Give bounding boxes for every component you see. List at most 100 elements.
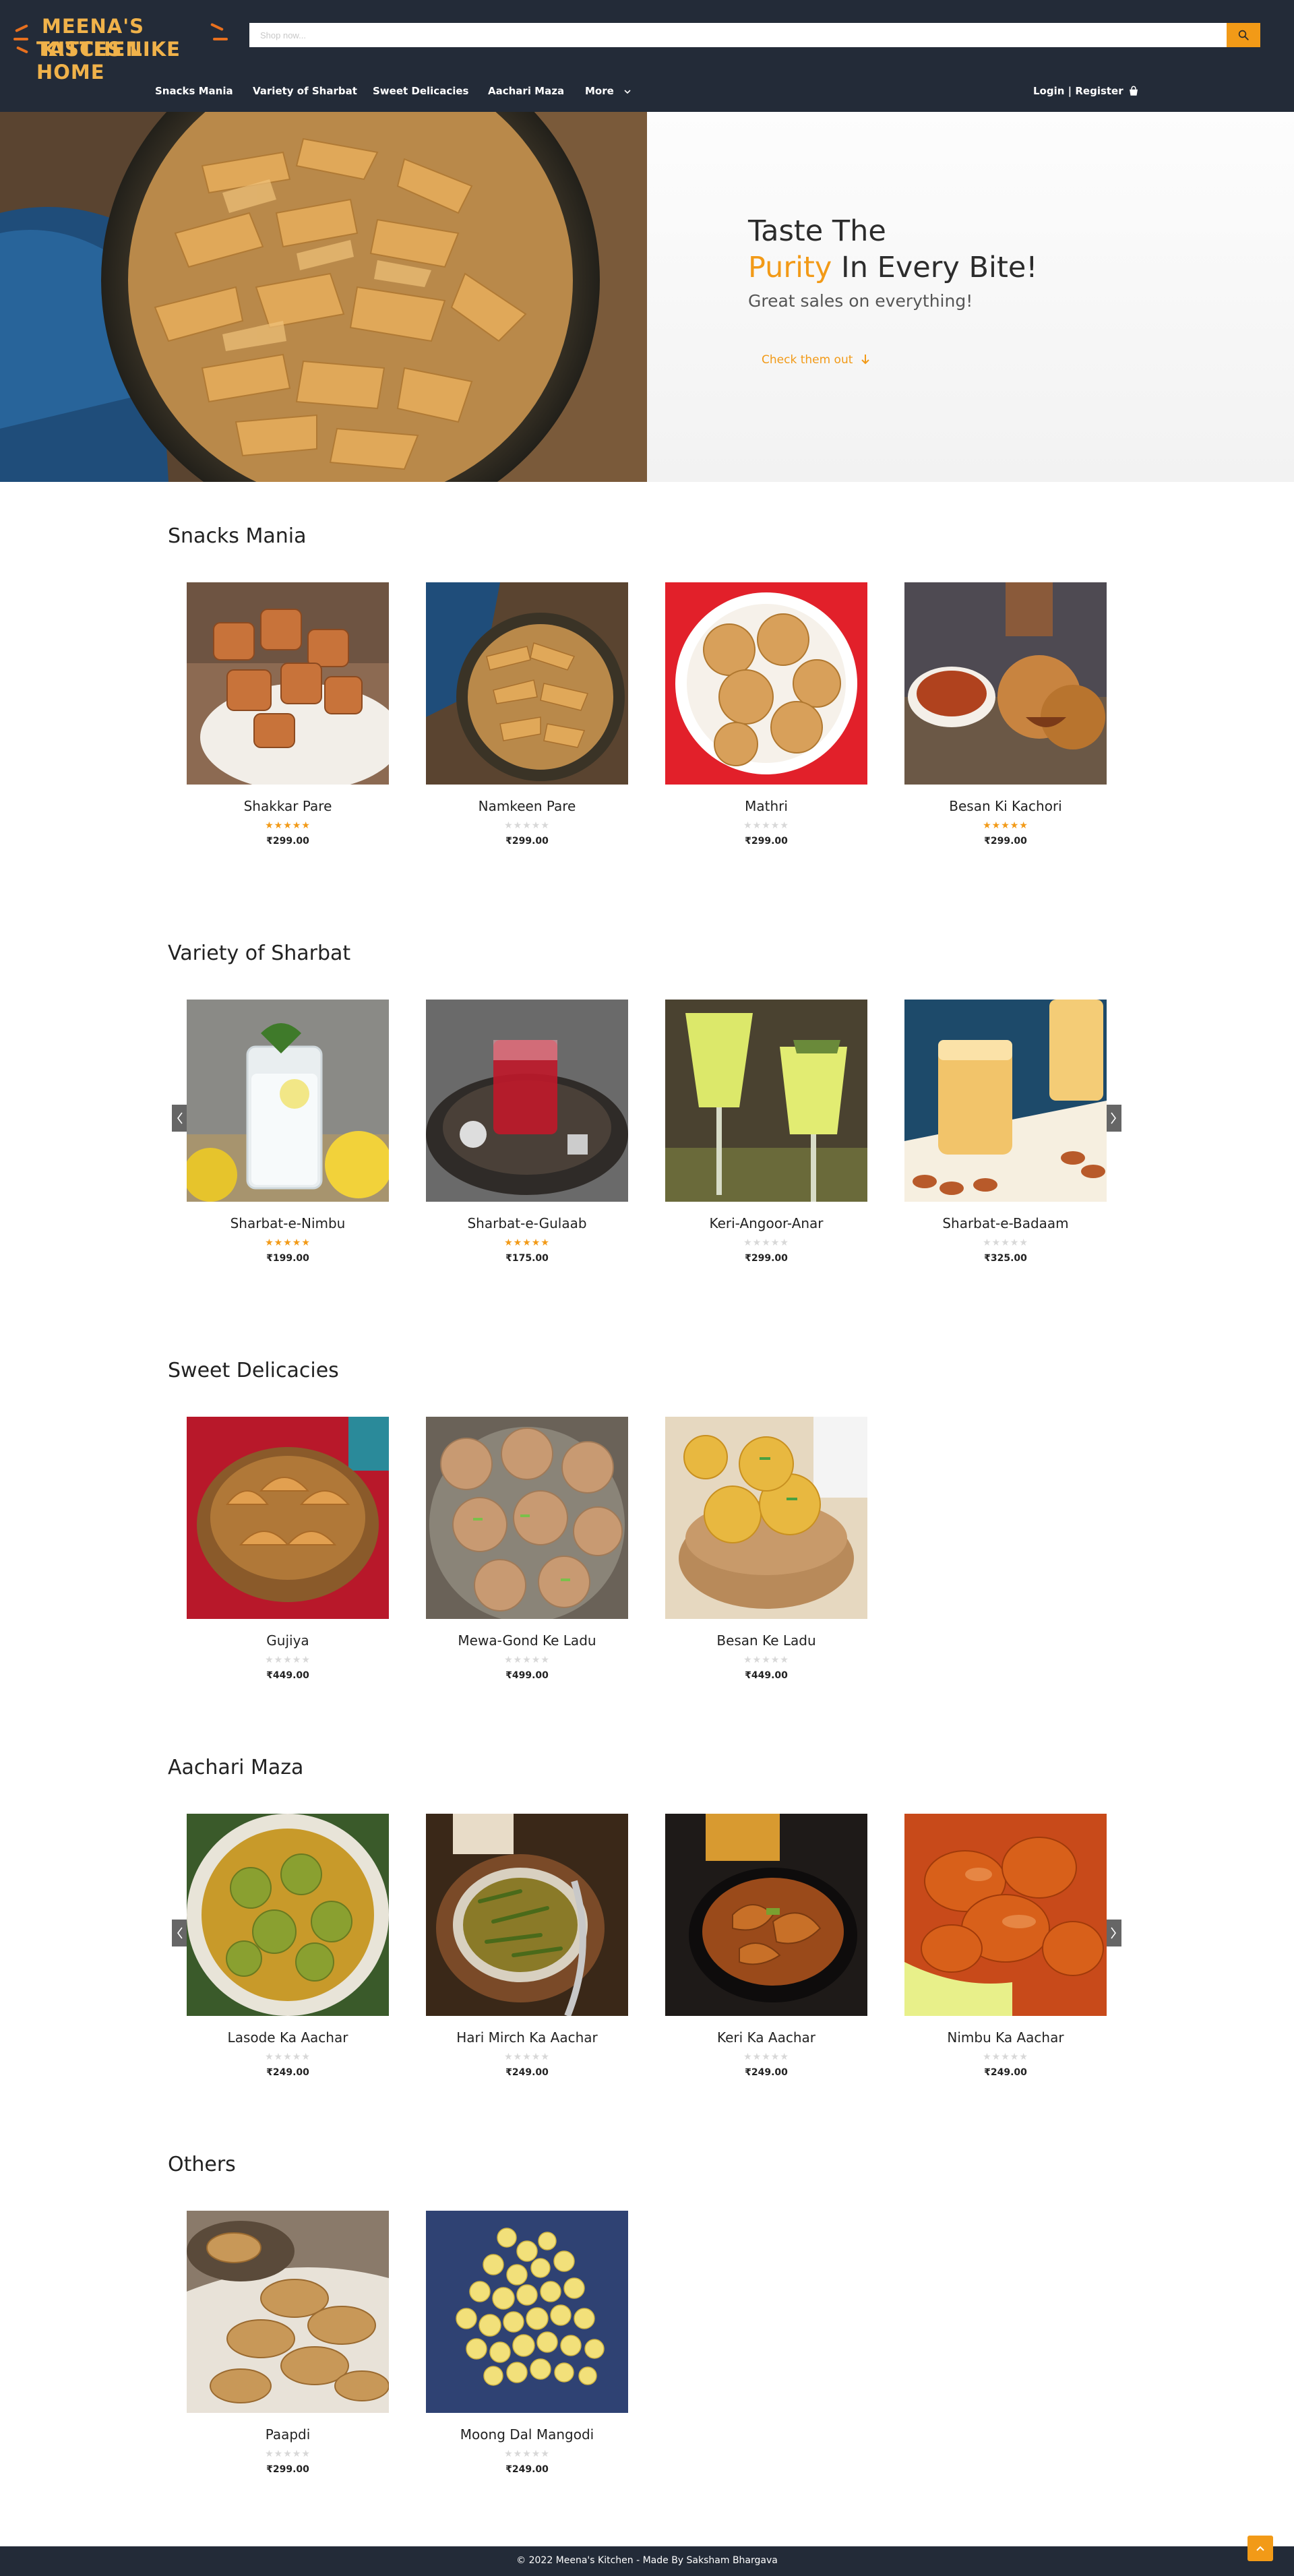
carousel-next-button[interactable] (1105, 1920, 1121, 1946)
product-name[interactable]: Hari Mirch Ka Aachar (426, 2029, 628, 2046)
star-empty-icon: ★ (762, 2051, 771, 2062)
star-empty-icon: ★ (780, 1237, 789, 1248)
star-rating: ★★★★★ (187, 820, 389, 830)
section-title-aachari-maza: Aachari Maza (168, 1756, 304, 1779)
main-nav: Snacks Mania Variety of Sharbat Sweet De… (0, 75, 1294, 108)
product-image[interactable] (665, 1814, 867, 2016)
nav-more-label: More (585, 85, 614, 97)
nav-item-variety-of-sharbat[interactable]: Variety of Sharbat (253, 85, 357, 97)
product-name[interactable]: Namkeen Pare (426, 798, 628, 814)
section-title-others: Others (168, 2153, 236, 2176)
product-image[interactable] (187, 1000, 389, 1202)
product-image[interactable] (665, 582, 867, 785)
product-image[interactable] (426, 2211, 628, 2413)
site-logo[interactable]: MEENA'S KITCHEN TASTES LIKE HOME (13, 9, 229, 84)
product-price: ₹249.00 (505, 2067, 549, 2078)
carousel-prev-button[interactable] (172, 1105, 188, 1132)
login-link[interactable]: Login (1033, 85, 1064, 97)
product-name[interactable]: Sharbat-e-Nimbu (187, 1215, 389, 1231)
star-empty-icon: ★ (762, 820, 771, 830)
nav-item-aachari-maza[interactable]: Aachari Maza (488, 85, 564, 97)
star-filled-icon: ★ (1019, 820, 1028, 830)
star-empty-icon: ★ (513, 820, 523, 830)
product-name[interactable]: Nimbu Ka Aachar (904, 2029, 1107, 2046)
product-name[interactable]: Sharbat-e-Badaam (904, 1215, 1107, 1231)
star-empty-icon: ★ (274, 1654, 284, 1665)
star-empty-icon: ★ (752, 1237, 762, 1248)
star-empty-icon: ★ (522, 820, 532, 830)
star-empty-icon: ★ (541, 2448, 550, 2459)
star-empty-icon: ★ (770, 1237, 780, 1248)
product-image[interactable] (665, 1417, 867, 1619)
star-empty-icon: ★ (292, 1654, 302, 1665)
star-rating: ★★★★★ (187, 1237, 389, 1248)
product-image[interactable] (187, 2211, 389, 2413)
search-input[interactable] (249, 23, 1225, 47)
product-name[interactable]: Gujiya (187, 1632, 389, 1649)
carousel-next-button[interactable] (1105, 1105, 1121, 1132)
hero-cta-label: Check them out (762, 353, 853, 367)
star-empty-icon: ★ (1001, 2051, 1010, 2062)
cart-icon[interactable] (1128, 85, 1140, 97)
product-image[interactable] (904, 1814, 1107, 2016)
nav-item-snacks-mania[interactable]: Snacks Mania (155, 85, 233, 97)
star-empty-icon: ★ (541, 1654, 550, 1665)
star-empty-icon: ★ (762, 1654, 771, 1665)
product-image[interactable] (426, 1814, 628, 2016)
product-name[interactable]: Besan Ke Ladu (665, 1632, 867, 1649)
product-price: ₹499.00 (505, 1670, 549, 1681)
nav-item-more[interactable]: More (585, 85, 631, 97)
star-empty-icon: ★ (522, 2051, 532, 2062)
star-empty-icon: ★ (743, 2051, 753, 2062)
product-image[interactable] (187, 1417, 389, 1619)
star-empty-icon: ★ (1019, 2051, 1028, 2062)
hero-cta-link[interactable]: Check them out (762, 353, 870, 367)
product-name[interactable]: Shakkar Pare (187, 798, 389, 814)
product-image[interactable] (426, 1000, 628, 1202)
product-image[interactable] (426, 582, 628, 785)
star-filled-icon: ★ (274, 820, 284, 830)
product-price: ₹449.00 (266, 1670, 309, 1681)
star-rating: ★★★★★ (187, 1654, 389, 1665)
star-empty-icon: ★ (743, 820, 753, 830)
star-empty-icon: ★ (265, 2051, 274, 2062)
product-card: Sharbat-e-Gulaab ★★★★★ ₹175.00 (426, 1000, 628, 1264)
register-link[interactable]: Register (1075, 85, 1123, 97)
nav-item-sweet-delicacies[interactable]: Sweet Delicacies (373, 85, 468, 97)
star-rating: ★★★★★ (904, 820, 1107, 830)
product-name[interactable]: Moong Dal Mangodi (426, 2426, 628, 2443)
carousel-prev-button[interactable] (172, 1920, 188, 1946)
product-image[interactable] (665, 1000, 867, 1202)
star-filled-icon: ★ (283, 820, 292, 830)
product-name[interactable]: Lasode Ka Aachar (187, 2029, 389, 2046)
back-to-top-button[interactable] (1247, 2536, 1273, 2561)
product-name[interactable]: Mathri (665, 798, 867, 814)
hero-headline-rest: In Every Bite! (832, 251, 1038, 284)
product-image[interactable] (426, 1417, 628, 1619)
product-price: ₹299.00 (745, 836, 788, 847)
search-button[interactable] (1227, 23, 1260, 47)
product-name[interactable]: Sharbat-e-Gulaab (426, 1215, 628, 1231)
product-card: Sharbat-e-Badaam ★★★★★ ₹325.00 (904, 1000, 1107, 1264)
product-price: ₹199.00 (266, 1253, 309, 1264)
product-card: Nimbu Ka Aachar ★★★★★ ₹249.00 (904, 1814, 1107, 2078)
star-empty-icon: ★ (743, 1654, 753, 1665)
product-image[interactable] (904, 1000, 1107, 1202)
star-filled-icon: ★ (292, 820, 302, 830)
search-bar (249, 23, 1260, 47)
product-name[interactable]: Keri-Angoor-Anar (665, 1215, 867, 1231)
product-image[interactable] (187, 1814, 389, 2016)
star-empty-icon: ★ (770, 820, 780, 830)
star-empty-icon: ★ (274, 2051, 284, 2062)
product-name[interactable]: Keri Ka Aachar (665, 2029, 867, 2046)
product-image[interactable] (187, 582, 389, 785)
logo-sparkle (13, 38, 28, 40)
product-name[interactable]: Besan Ki Kachori (904, 798, 1107, 814)
product-name[interactable]: Mewa-Gond Ke Ladu (426, 1632, 628, 1649)
star-filled-icon: ★ (301, 820, 311, 830)
product-name[interactable]: Paapdi (187, 2426, 389, 2443)
product-image[interactable] (904, 582, 1107, 785)
product-card: Hari Mirch Ka Aachar ★★★★★ ₹249.00 (426, 1814, 628, 2078)
product-card: Shakkar Pare ★★★★★ ₹299.00 (187, 582, 389, 847)
star-filled-icon: ★ (541, 1237, 550, 1248)
